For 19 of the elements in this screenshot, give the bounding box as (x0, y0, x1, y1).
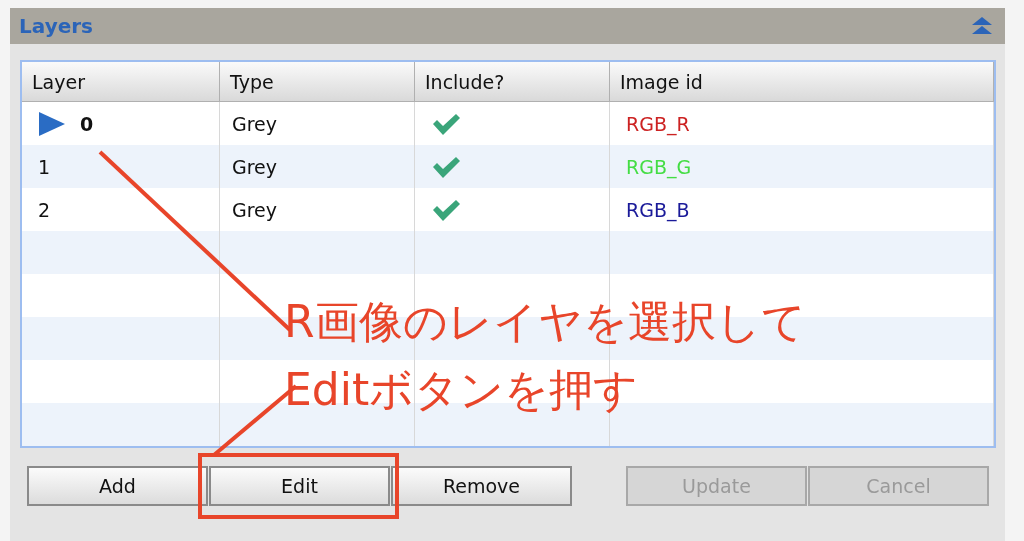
action-button[interactable]: Edit (209, 466, 390, 506)
table-cell: 0 (80, 112, 94, 135)
action-button[interactable]: Remove (391, 466, 572, 506)
panel-title: Layers (19, 14, 93, 38)
collapse-icon[interactable] (971, 16, 993, 36)
annotation-text: R画像のレイヤを選択して (284, 300, 806, 344)
column-header[interactable]: Layer (22, 62, 220, 101)
current-row-icon (38, 110, 66, 137)
table-cell: RGB_G (626, 155, 692, 178)
column-header[interactable]: Include? (415, 62, 610, 101)
table-cell: 1 (38, 155, 51, 178)
table-row[interactable]: 1 Grey RGB_G (22, 145, 994, 188)
column-header[interactable]: Type (220, 62, 415, 101)
table-cell: 2 (38, 198, 51, 221)
action-button[interactable]: Add (27, 466, 208, 506)
table-cell: RGB_B (626, 198, 690, 221)
annotation-text: Editボタンを押す (284, 368, 639, 412)
table-cell: RGB_R (626, 112, 690, 135)
column-header[interactable]: Image id (610, 62, 994, 101)
